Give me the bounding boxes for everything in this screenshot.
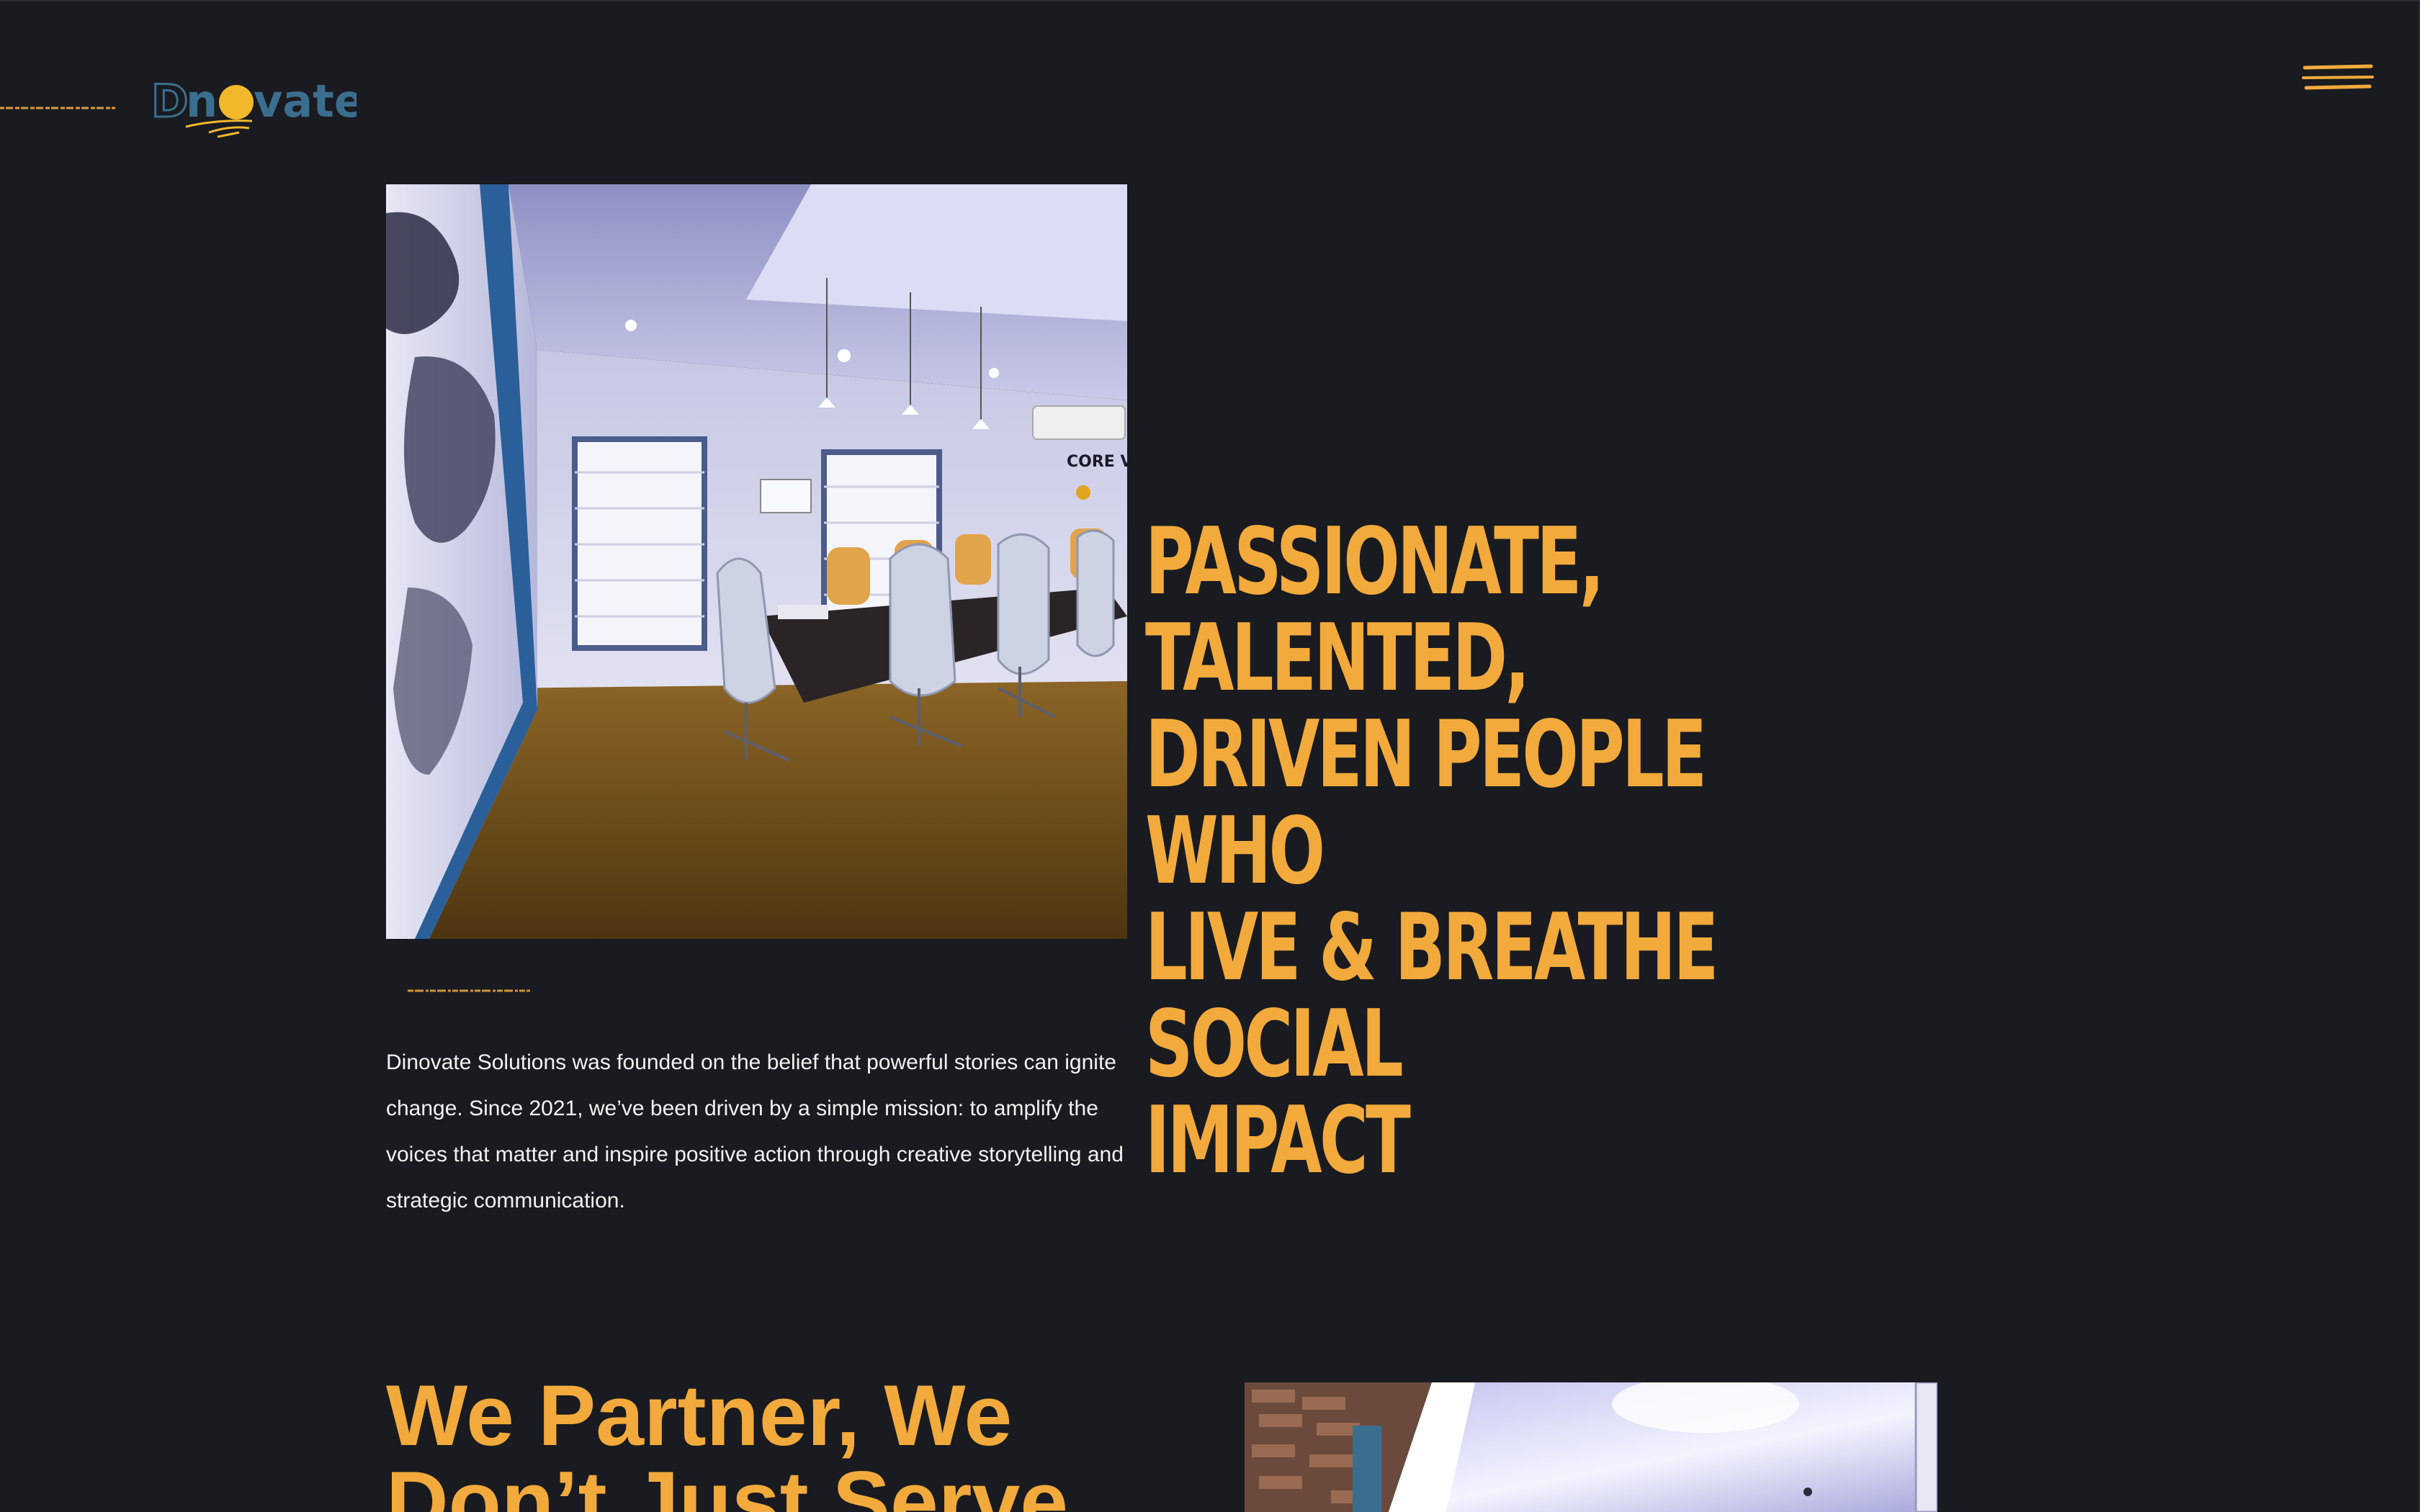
svg-text:n: n xyxy=(186,75,218,127)
decorative-brush-line xyxy=(408,984,530,992)
svg-text:D: D xyxy=(151,75,188,127)
hero-title: PASSIONATE, TALENTED, DRIVEN PEOPLE WHO … xyxy=(1145,508,1718,1194)
partner-title: We Partner, We Don’t Just Serve xyxy=(386,1367,1068,1512)
page: D n vate CORE V PASSIONATE, TALENTED, DR… xyxy=(0,0,2420,1512)
site-logo[interactable]: D n vate xyxy=(151,75,357,144)
partner-photo xyxy=(1245,1382,1937,1512)
wall-sign-text: CORE V xyxy=(1067,453,1127,471)
svg-text:vate: vate xyxy=(254,75,357,127)
top-border xyxy=(0,0,2420,1)
hamburger-menu-icon[interactable] xyxy=(2302,62,2374,99)
intro-paragraph: Dinovate Solutions was founded on the be… xyxy=(386,1050,1124,1212)
decorative-brush-line xyxy=(0,101,115,109)
hero-photo: CORE V xyxy=(386,184,1127,939)
